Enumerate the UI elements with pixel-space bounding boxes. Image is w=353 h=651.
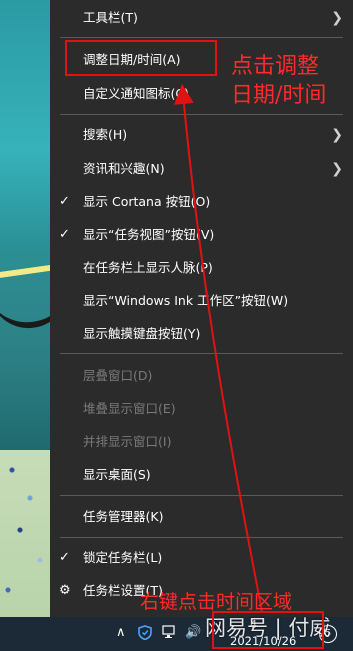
annotation-highlight-clock: [212, 611, 324, 649]
chevron-up-icon[interactable]: ∧: [116, 625, 126, 641]
network-icon[interactable]: [162, 625, 178, 644]
volume-icon[interactable]: 🔊: [185, 625, 201, 641]
menu-item-label: 显示 Cortana 按钮(O): [83, 194, 211, 209]
checkmark-icon: ✓: [59, 194, 70, 209]
menu-item-toolbars[interactable]: 工具栏(T) ❯: [50, 4, 353, 32]
menu-item-label: 自定义通知图标(C): [83, 86, 189, 101]
menu-item-show-cortana-button[interactable]: ✓ 显示 Cortana 按钮(O): [50, 188, 353, 216]
checkmark-icon: ✓: [59, 227, 70, 242]
menu-item-label: 层叠窗口(D): [83, 368, 153, 383]
menu-item-cascade-windows: 层叠窗口(D): [50, 362, 353, 390]
menu-item-task-manager[interactable]: 任务管理器(K): [50, 503, 353, 531]
desktop-wallpaper: [0, 0, 50, 250]
menu-item-label: 资讯和兴趣(N): [83, 161, 165, 176]
menu-separator: [60, 114, 343, 115]
annotation-note-click-adjust: 点击调整 日期/时间: [231, 54, 327, 108]
menu-item-news-interests[interactable]: 资讯和兴趣(N) ❯: [50, 155, 353, 183]
menu-separator: [60, 537, 343, 538]
menu-separator: [60, 495, 343, 496]
defender-shield-icon[interactable]: [138, 625, 152, 645]
menu-item-show-windows-ink[interactable]: 显示“Windows Ink 工作区”按钮(W): [50, 287, 353, 315]
desktop-screen: 工具栏(T) ❯ 调整日期/时间(A) 自定义通知图标(C) 搜索(H) ❯ 资…: [0, 0, 353, 651]
menu-item-label: 在任务栏上显示人脉(P): [83, 260, 213, 275]
menu-item-label: 显示“Windows Ink 工作区”按钮(W): [83, 293, 289, 308]
menu-item-label: 搜索(H): [83, 127, 128, 142]
gear-icon: ⚙: [59, 583, 71, 598]
menu-item-side-by-side-windows: 并排显示窗口(I): [50, 428, 353, 456]
menu-item-label: 显示桌面(S): [83, 467, 151, 482]
annotation-note-right-click-clock: 右键点击时间区域: [140, 591, 293, 613]
desktop-wallpaper: [0, 450, 50, 625]
menu-separator: [60, 37, 343, 38]
chevron-right-icon: ❯: [331, 10, 343, 26]
menu-item-lock-taskbar[interactable]: ✓ 锁定任务栏(L): [50, 544, 353, 572]
menu-item-stack-windows: 堆叠显示窗口(E): [50, 395, 353, 423]
menu-item-label: 工具栏(T): [83, 10, 138, 25]
menu-item-show-people[interactable]: 在任务栏上显示人脉(P): [50, 254, 353, 282]
chevron-right-icon: ❯: [331, 127, 343, 143]
menu-item-search[interactable]: 搜索(H) ❯: [50, 121, 353, 149]
menu-item-label: 锁定任务栏(L): [83, 550, 163, 565]
menu-item-label: 显示“任务视图”按钮(V): [83, 227, 215, 242]
menu-item-label: 并排显示窗口(I): [83, 434, 172, 449]
chevron-right-icon: ❯: [331, 161, 343, 177]
annotation-highlight-adjust-date-time: [65, 40, 217, 76]
menu-item-label: 任务管理器(K): [83, 509, 164, 524]
menu-item-show-desktop[interactable]: 显示桌面(S): [50, 461, 353, 489]
checkmark-icon: ✓: [59, 550, 70, 565]
menu-item-label: 堆叠显示窗口(E): [83, 401, 176, 416]
menu-separator: [60, 353, 343, 354]
menu-item-show-task-view-button[interactable]: ✓ 显示“任务视图”按钮(V): [50, 221, 353, 249]
menu-item-label: 显示触摸键盘按钮(Y): [83, 326, 201, 341]
menu-item-show-touch-keyboard[interactable]: 显示触摸键盘按钮(Y): [50, 320, 353, 348]
